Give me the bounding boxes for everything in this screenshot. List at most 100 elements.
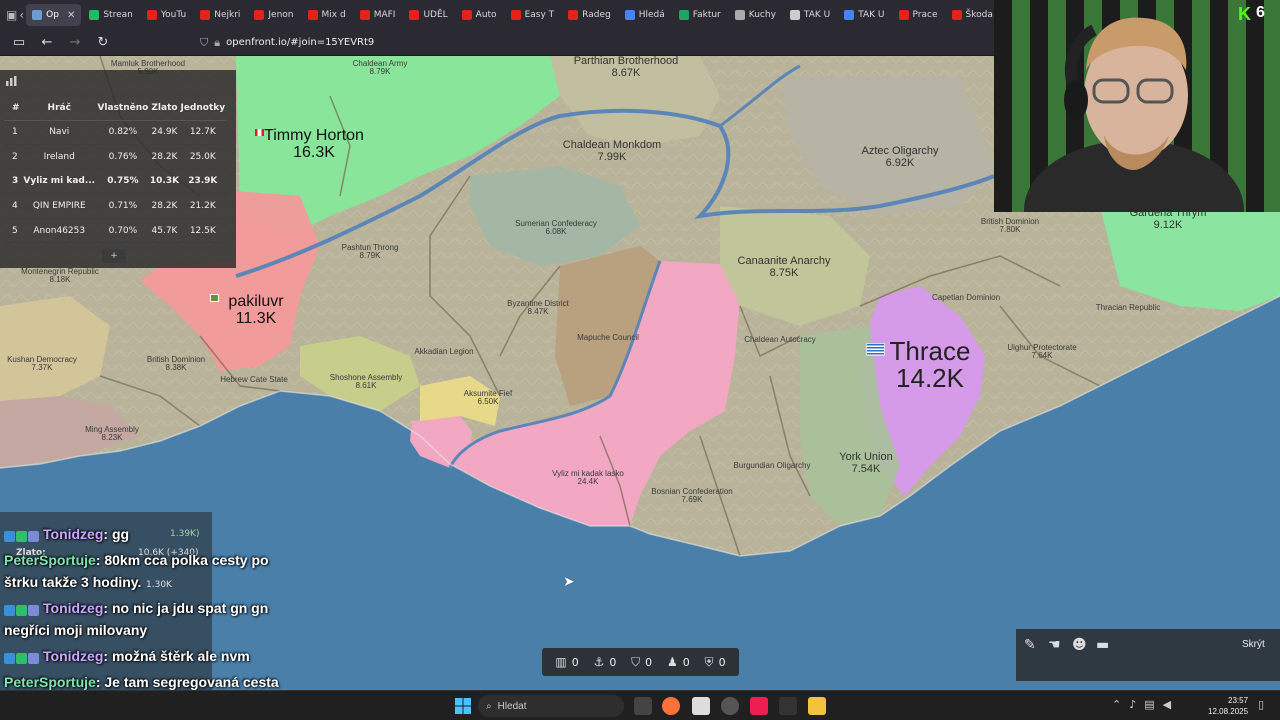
territory-label[interactable]: British Dominion 8.38K bbox=[147, 355, 205, 373]
browser-tab[interactable]: Nejkri bbox=[194, 4, 246, 26]
sidebar-toggle-icon[interactable]: ▭ bbox=[8, 35, 30, 50]
territory-label[interactable]: Chaldean Monkdom 7.99K bbox=[563, 139, 661, 163]
browser-tab[interactable]: Faktur bbox=[673, 4, 727, 26]
notepad-icon[interactable] bbox=[692, 697, 710, 715]
territory-label[interactable]: Pashtun Throng 8.79K bbox=[342, 243, 399, 261]
header-player[interactable]: Hráč bbox=[22, 96, 97, 121]
canada-flag-icon bbox=[255, 129, 264, 136]
browser-tab[interactable]: Op ✕ bbox=[26, 4, 82, 26]
browser-tab[interactable]: MAFI bbox=[354, 4, 402, 26]
leaderboard-row[interactable]: 3 Vyliz mi kad... 0.75% 10.3K 23.9K bbox=[4, 169, 226, 195]
browser-tab[interactable]: Easy T bbox=[505, 4, 561, 26]
territory-label[interactable]: Timmy Horton 16.3K bbox=[264, 127, 364, 162]
leaderboard-row[interactable]: 1 Navi 0.82% 24.9K 12.7K bbox=[4, 120, 226, 146]
leaderboard-row[interactable]: 2 Ireland 0.76% 28.2K 25.0K bbox=[4, 144, 226, 170]
browser-tab[interactable]: Kuchy bbox=[729, 4, 782, 26]
territory-label[interactable]: Byzantine District 8.47K bbox=[507, 299, 569, 317]
firefox-icon[interactable] bbox=[662, 697, 680, 715]
url-bar[interactable]: ⛉ 🔒︎ openfront.io/#join=15YEVRt9 bbox=[200, 36, 374, 50]
territory-label[interactable]: British Dominion 7.80K bbox=[981, 217, 1039, 235]
territory-label[interactable]: Canaanite Anarchy 8.75K bbox=[738, 255, 831, 279]
tab-close-icon[interactable]: ✕ bbox=[67, 10, 75, 21]
obs-icon[interactable] bbox=[721, 697, 739, 715]
unit-counter[interactable]: ⛨ 0 bbox=[705, 655, 726, 670]
lock-icon[interactable]: 🔒︎ bbox=[214, 36, 220, 50]
territory-label[interactable]: Capetian Dominion bbox=[932, 293, 1000, 302]
epic-games-icon[interactable] bbox=[779, 697, 797, 715]
territory-label[interactable]: Sumerian Confederacy 6.08K bbox=[515, 219, 597, 237]
windows-start-icon[interactable] bbox=[455, 698, 471, 714]
tab-list: Op ✕ Strean YouTu Nejkri Jenon Mix d MAFI UDĚL Au… bbox=[26, 4, 994, 26]
browser-tab[interactable]: Jenon bbox=[248, 4, 299, 26]
territory-label[interactable]: Vyliz mi kadak lasko 24.4K bbox=[552, 469, 624, 487]
tab-favicon-icon bbox=[789, 10, 800, 20]
browser-tab[interactable]: TAK U bbox=[784, 4, 836, 26]
territory-label[interactable]: Chaldean Army 8.79K bbox=[353, 59, 408, 77]
territory-label[interactable]: Aztec Oligarchy 6.92K bbox=[861, 145, 938, 169]
hand-icon[interactable]: ☚ bbox=[1048, 637, 1061, 653]
pencil-icon[interactable]: ✎ bbox=[1024, 637, 1036, 653]
tiktok-icon[interactable] bbox=[750, 697, 768, 715]
browser-tab[interactable]: Prace bbox=[893, 4, 944, 26]
territory-label[interactable]: York Union 7.54K bbox=[839, 451, 892, 475]
system-clock[interactable]: 23:57 12.08.2025 bbox=[1208, 695, 1248, 717]
unit-counter[interactable]: ⚓ 0 bbox=[594, 655, 617, 669]
unit-counter[interactable]: ▥ 0 bbox=[555, 655, 578, 669]
territory-label[interactable]: Shoshone Assembly 8.61K bbox=[330, 373, 403, 391]
forward-button[interactable]: → bbox=[64, 35, 86, 50]
territory-label[interactable]: Akkadian Legion bbox=[414, 347, 473, 356]
territory-label[interactable]: Bosnian Confederation 7.69K bbox=[651, 487, 732, 505]
leaderboard-row[interactable]: 5 Anon46253 0.70% 45.7K 12.5K bbox=[4, 218, 226, 244]
network-icon[interactable]: ▤ bbox=[1144, 698, 1154, 711]
territory-label[interactable]: Thracian Republic bbox=[1096, 303, 1160, 312]
tracking-shield-icon[interactable]: ⛉ bbox=[200, 36, 208, 50]
reload-button[interactable]: ↻ bbox=[92, 35, 114, 50]
tab-overview-icon[interactable]: ▣ bbox=[6, 8, 17, 22]
browser-tab[interactable]: Škoda bbox=[946, 4, 994, 26]
unit-counter[interactable]: ⛉ 0 bbox=[631, 655, 652, 670]
territory-label[interactable]: Kushan Democracy 7.37K bbox=[7, 355, 77, 373]
territory-label[interactable]: Hebrew Cate State bbox=[220, 375, 288, 384]
browser-tab[interactable]: Radeg bbox=[562, 4, 617, 26]
tab-scroll-left-icon[interactable]: ‹ bbox=[19, 8, 24, 22]
task-view-icon[interactable] bbox=[634, 697, 652, 715]
url-text[interactable]: openfront.io/#join=15YEVRt9 bbox=[226, 37, 374, 48]
territory-label[interactable]: Ming Assembly 8.23K bbox=[85, 425, 139, 443]
hide-button[interactable]: Skrýt bbox=[1242, 639, 1265, 650]
header-owned[interactable]: Vlastněno bbox=[96, 96, 150, 121]
tray-expand-icon[interactable]: ⌃ bbox=[1112, 698, 1121, 711]
territory-label[interactable]: Mapuche Council bbox=[577, 333, 639, 342]
territory-label[interactable]: Thrace 14.2K bbox=[890, 337, 971, 393]
territory-label[interactable]: Burgundian Oligarchy bbox=[734, 461, 811, 470]
emoji-icon[interactable]: ☻ bbox=[1072, 637, 1087, 653]
back-button[interactable]: ← bbox=[36, 35, 58, 50]
taskbar-search[interactable]: ⌕ Hledat bbox=[478, 695, 624, 717]
mic-icon[interactable]: ♪ bbox=[1129, 698, 1136, 711]
header-troops[interactable]: Jednotky bbox=[179, 96, 226, 121]
territory-vyliz-west[interactable] bbox=[410, 416, 472, 468]
territory-label[interactable]: Chaldean Autocracy bbox=[744, 335, 816, 344]
unit-counter[interactable]: ♟ 0 bbox=[667, 655, 690, 669]
file-explorer-icon[interactable] bbox=[808, 697, 826, 715]
leaderboard-row[interactable]: 4 QIN EMPIRE 0.71% 28.2K 21.2K bbox=[4, 193, 226, 219]
browser-tab[interactable]: UDĚL bbox=[403, 4, 453, 26]
browser-tab[interactable]: Hledá bbox=[619, 4, 671, 26]
browser-tab[interactable]: Mix d bbox=[302, 4, 352, 26]
browser-tab[interactable]: TAK U bbox=[838, 4, 890, 26]
bar-chart-icon[interactable] bbox=[6, 76, 18, 86]
territory-label[interactable]: Aksumite Fief 6.50K bbox=[464, 389, 512, 407]
territory-label[interactable]: Uighur Protectorate 7.64K bbox=[1007, 343, 1076, 361]
territory-troops: 7.64K bbox=[1031, 351, 1053, 361]
leaderboard-expand-button[interactable]: + bbox=[102, 249, 126, 263]
volume-icon[interactable]: ◀ bbox=[1163, 698, 1171, 711]
territory-label[interactable]: pakiluvr 11.3K bbox=[228, 293, 283, 328]
browser-tab[interactable]: YouTu bbox=[141, 4, 192, 26]
browser-tab[interactable]: Strean bbox=[83, 4, 139, 26]
header-gold[interactable]: Zlato bbox=[149, 96, 180, 121]
header-rank[interactable]: # bbox=[4, 96, 22, 121]
territory-label[interactable]: Montenegrin Republic 8.18K bbox=[21, 267, 99, 285]
territory-label[interactable]: Parthian Brotherhood 8.67K bbox=[574, 56, 679, 79]
chat-icon[interactable]: ▬ bbox=[1096, 637, 1109, 653]
browser-tab[interactable]: Auto bbox=[456, 4, 503, 26]
notifications-icon[interactable]: ▯ bbox=[1258, 698, 1264, 711]
